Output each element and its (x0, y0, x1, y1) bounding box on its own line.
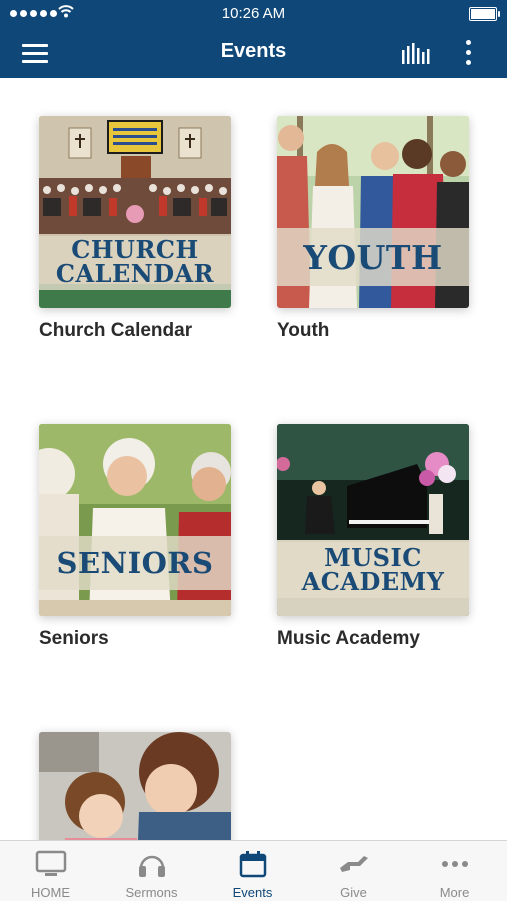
tab-events[interactable]: Events (202, 841, 303, 901)
event-banner: MUSIC ACADEMY (277, 542, 469, 598)
event-banner: SENIORS (39, 536, 231, 590)
nav-bar: Events (0, 28, 507, 78)
event-label: Seniors (39, 628, 109, 649)
more-vertical-icon (466, 40, 471, 45)
tab-label: Give (340, 885, 367, 900)
banner-line: CALENDAR (55, 259, 215, 288)
event-thumbnail (39, 732, 231, 840)
tv-icon (35, 850, 66, 876)
tab-label: Sermons (125, 885, 178, 900)
tab-sermons[interactable]: Sermons (101, 841, 202, 901)
banner-line: SENIORS (56, 545, 214, 580)
event-label: Youth (277, 320, 330, 341)
banner-line: ACADEMY (301, 567, 445, 596)
more-options-button[interactable] (456, 36, 480, 70)
tab-give[interactable]: Give (303, 841, 404, 901)
bar-chart-icon (402, 43, 430, 64)
event-banner: CHURCH CALENDAR (39, 234, 231, 290)
tab-label: More (439, 885, 470, 900)
menu-icon (22, 44, 48, 47)
event-label: Music Academy (277, 628, 420, 649)
event-banner: YOUTH (277, 228, 469, 286)
hand-give-icon (339, 856, 368, 872)
event-thumbnail: MUSIC ACADEMY (277, 424, 469, 616)
tab-home[interactable]: HOME (0, 841, 101, 901)
status-time: 10:26 AM (221, 5, 286, 22)
event-card-youth[interactable]: YOUTH Youth (277, 116, 477, 342)
event-card-church-calendar[interactable]: CHURCH CALENDAR Church Calendar (39, 116, 239, 342)
event-card-family[interactable] (39, 732, 239, 840)
tab-bar: HOME Sermons Events Give More (0, 840, 507, 901)
events-grid: CHURCH CALENDAR Church Calendar YOUTH Yo… (0, 78, 507, 840)
chart-button[interactable] (396, 40, 436, 68)
status-bar: 10:26 AM (0, 0, 507, 28)
more-horizontal-icon (441, 861, 468, 867)
event-thumbnail: SENIORS (39, 424, 231, 616)
event-thumbnail: CHURCH CALENDAR (39, 116, 231, 308)
event-card-music-academy[interactable]: MUSIC ACADEMY Music Academy (277, 424, 477, 650)
event-label: Church Calendar (39, 320, 193, 341)
tab-label: Events (232, 885, 273, 900)
headphones-icon (138, 855, 165, 877)
battery-icon (469, 7, 500, 21)
tab-more[interactable]: More (404, 841, 505, 901)
calendar-icon (239, 851, 266, 878)
banner-line: YOUTH (303, 237, 443, 277)
tab-label: HOME (31, 885, 70, 900)
mother-daughter-image (39, 732, 231, 840)
menu-button[interactable] (18, 38, 54, 68)
event-thumbnail: YOUTH (277, 116, 469, 308)
event-card-seniors[interactable]: SENIORS Seniors (39, 424, 239, 650)
